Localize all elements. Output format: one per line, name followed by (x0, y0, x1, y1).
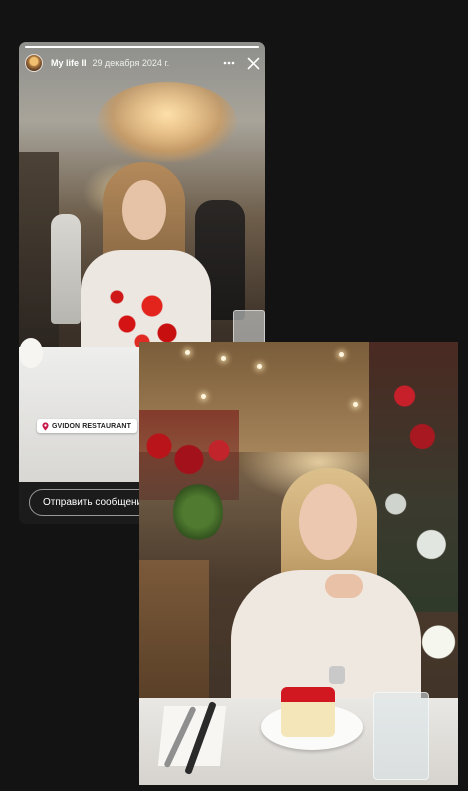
location-sticker[interactable]: GVIDON RESTAURANT (37, 419, 137, 433)
restaurant-photo[interactable] (139, 342, 458, 785)
story-header: My life II 29 декабря 2024 г. (25, 53, 261, 73)
avatar[interactable] (25, 54, 43, 72)
location-pin-icon (41, 421, 50, 431)
background-person (51, 214, 81, 324)
woman-face (122, 180, 166, 240)
water-glass (373, 692, 429, 780)
plant (173, 482, 223, 542)
story-date: 29 декабря 2024 г. (92, 58, 170, 68)
wristwatch (329, 666, 345, 684)
close-icon[interactable] (245, 55, 261, 71)
wooden-cabinet (139, 560, 209, 700)
username[interactable]: My life II (51, 58, 87, 68)
more-horizontal-icon[interactable] (221, 55, 237, 71)
story-progress-bar (25, 46, 259, 48)
chandelier (97, 82, 237, 162)
woman-hand (325, 574, 363, 598)
water-glass (233, 310, 265, 346)
story-progress-fill (25, 46, 259, 48)
flower-decoration (369, 342, 458, 612)
plate (19, 338, 43, 368)
location-label: GVIDON RESTAURANT (52, 422, 131, 430)
woman-face (299, 484, 357, 560)
strawberry-cake (281, 687, 335, 737)
white-flower (419, 612, 458, 672)
